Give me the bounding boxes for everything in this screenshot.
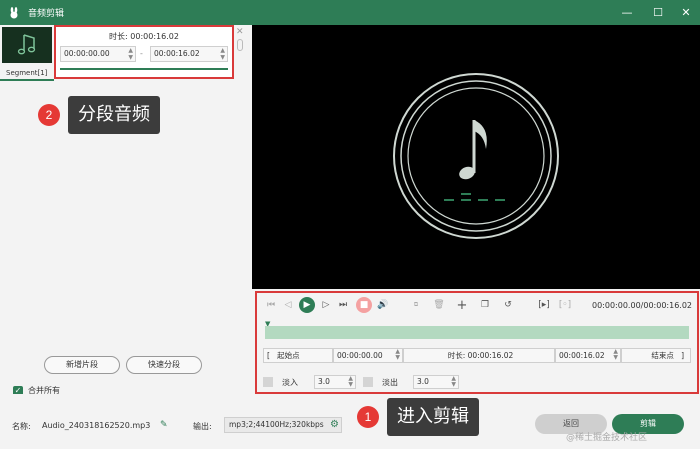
spinner-icon[interactable]: ▲ ▼: [613, 349, 618, 361]
stop-button[interactable]: ■: [356, 297, 372, 313]
segment-selection-bar: [0, 79, 54, 81]
segment-start-field[interactable]: 00:00:00.00 ▲ ▼: [60, 46, 136, 62]
spinner-icon[interactable]: ▲ ▼: [348, 376, 353, 388]
title-bar: 音频剪辑: [0, 0, 700, 25]
rabbit-icon: [6, 5, 22, 21]
play-button[interactable]: ▶: [299, 297, 315, 313]
callout-text: 分段音频: [68, 96, 160, 134]
bottom-bar: 名称: Audio_240318162520.mp3 ✎ 输出: mp3;2;4…: [0, 394, 700, 449]
fade-row: 淡入 3.0 ▲ ▼ 淡出 3.0 ▲ ▼: [263, 375, 523, 389]
step-back-icon[interactable]: ◁: [281, 298, 295, 312]
spinner-icon[interactable]: ▲ ▼: [395, 349, 400, 361]
trim-row: [ 起始点 00:00:00.00 ▲ ▼ 时长: 00:00:16.02 00:0…: [263, 348, 691, 363]
start-point-button[interactable]: [ 起始点: [263, 348, 333, 363]
name-value: Audio_240318162520.mp3: [42, 421, 151, 430]
spinner-icon[interactable]: ▲ ▼: [220, 47, 225, 61]
mark-in-out-icon[interactable]: [▸]: [537, 298, 551, 312]
segment-progress-bar: [60, 68, 228, 70]
end-point-button[interactable]: 结束点 ]: [621, 348, 691, 363]
edit-name-icon[interactable]: ✎: [160, 420, 168, 430]
trim-duration: 时长: 00:00:16.02: [403, 348, 555, 363]
end-time-field[interactable]: 00:00:16.02 ▲ ▼: [555, 348, 621, 363]
callout-1: 1 进入剪辑: [357, 398, 479, 436]
callout-number: 2: [38, 104, 60, 126]
close-segment-icon[interactable]: ✕: [236, 27, 244, 37]
undo-icon[interactable]: ↺: [501, 298, 515, 312]
music-note-icon: [17, 34, 36, 55]
segment-pane: Segment[1] 时长: 00:00:16.02 00:00:00.00 ▲ ▼…: [0, 25, 250, 396]
segment-duration: 时长: 00:00:16.02: [109, 32, 179, 41]
fade-out-field[interactable]: 3.0 ▲ ▼: [413, 375, 459, 389]
segment-end-field[interactable]: 00:00:16.02 ▲ ▼: [150, 46, 228, 62]
preview-area: [252, 25, 700, 289]
fade-in-checkbox[interactable]: [263, 377, 273, 387]
window-title: 音频剪辑: [28, 9, 65, 19]
segment-thumbnail[interactable]: [2, 27, 52, 63]
new-segment-button[interactable]: 新增片段: [44, 356, 120, 374]
maximize-button[interactable]: ☐: [647, 0, 669, 25]
fade-in-field[interactable]: 3.0 ▲ ▼: [314, 375, 356, 389]
delete-icon[interactable]: 🗑: [432, 298, 446, 312]
scrollbar[interactable]: [237, 39, 243, 51]
split-icon[interactable]: ⧉: [409, 298, 423, 312]
volume-icon[interactable]: 🔊: [376, 298, 390, 312]
segment-edit-panel: 时长: 00:00:16.02 00:00:00.00 ▲ ▼ - 00:00:16…: [54, 25, 234, 79]
audio-visual-icon: [393, 73, 559, 239]
spinner-icon[interactable]: ▲ ▼: [128, 47, 133, 61]
fade-out-label: 淡出: [382, 378, 398, 387]
timeline[interactable]: [265, 326, 689, 339]
settings-gear-icon[interactable]: ⚙: [330, 419, 339, 430]
output-format-field[interactable]: mp3;2;44100Hz;320kbps: [224, 417, 342, 433]
fit-icon[interactable]: [◦]: [558, 298, 572, 312]
fade-in-label: 淡入: [282, 378, 298, 387]
quick-split-button[interactable]: 快速分段: [126, 356, 202, 374]
step-forward-icon[interactable]: ▷: [319, 298, 333, 312]
output-label: 输出:: [193, 422, 212, 431]
skip-start-icon[interactable]: ⏮: [264, 298, 278, 312]
copy-icon[interactable]: ❐: [478, 298, 492, 312]
playback-controls: ⏮ ◁ ▶ ▷ ⏭ ■ 🔊 ⧉ 🗑 + ❐ ↺ [▸] [◦] 00:00:00…: [255, 291, 699, 394]
callout-2: 2 分段音频: [38, 96, 160, 134]
callout-text: 进入剪辑: [387, 398, 479, 436]
fade-out-checkbox[interactable]: [363, 377, 373, 387]
spinner-icon[interactable]: ▲ ▼: [451, 376, 456, 388]
callout-number: 1: [357, 406, 379, 428]
segment-label: Segment[1]: [6, 69, 48, 77]
close-button[interactable]: ✕: [675, 0, 697, 25]
minimize-button[interactable]: —: [616, 0, 638, 25]
time-display: 00:00:00.00/00:00:16.02: [592, 301, 692, 310]
start-time-field[interactable]: 00:00:00.00 ▲ ▼: [333, 348, 403, 363]
skip-end-icon[interactable]: ⏭: [336, 298, 350, 312]
name-label: 名称:: [12, 422, 31, 431]
add-icon[interactable]: +: [455, 298, 469, 313]
watermark: @稀土掘金技术社区: [566, 433, 648, 443]
